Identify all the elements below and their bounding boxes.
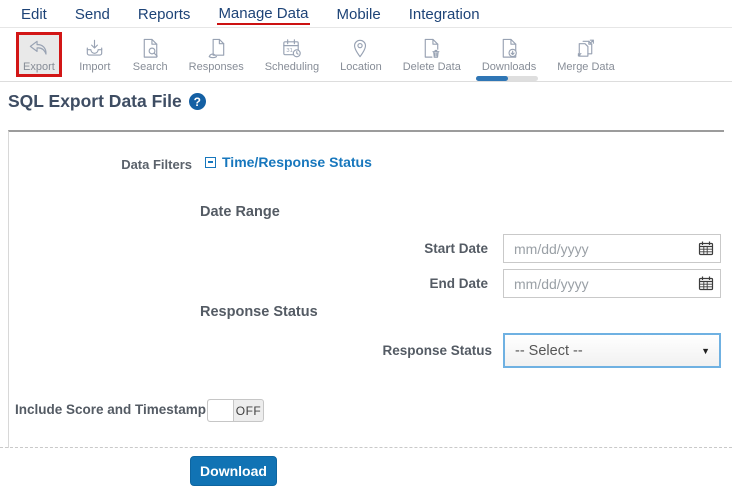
response-status-select[interactable]: -- Select -- ▼ (503, 333, 721, 368)
include-score-label: Include Score and Timestamp (15, 402, 207, 417)
toolbar-item-merge-data[interactable]: Merge Data (552, 34, 619, 75)
manage-data-toolbar: Export Import Search Responses 31 Schedu… (0, 28, 732, 82)
response-status-label: Response Status (382, 343, 492, 358)
data-filters-label: Data Filters (121, 157, 192, 172)
toggle-state-text: OFF (235, 403, 262, 418)
collapse-minus-icon[interactable] (205, 156, 216, 168)
map-pin-icon (349, 37, 372, 60)
export-arrow-icon (27, 37, 50, 60)
nav-item-mobile[interactable]: Mobile (336, 4, 382, 24)
time-response-status-toggle[interactable]: Time/Response Status (205, 154, 372, 170)
include-score-toggle[interactable]: OFF (207, 399, 264, 422)
nav-item-integration[interactable]: Integration (408, 4, 481, 24)
toggle-knob[interactable] (208, 400, 234, 421)
nav-item-edit[interactable]: Edit (20, 4, 48, 24)
toolbar-item-delete-data[interactable]: Delete Data (398, 34, 466, 75)
date-range-heading: Date Range (200, 204, 280, 220)
document-trash-icon (420, 37, 443, 60)
toolbar-item-search[interactable]: Search (128, 34, 173, 75)
toolbar-item-scheduling[interactable]: 31 Scheduling (260, 34, 324, 75)
toolbar-label: Import (79, 61, 111, 73)
nav-item-send[interactable]: Send (74, 4, 111, 24)
toolbar-scrollbar-track[interactable] (476, 76, 538, 81)
page-title-text: SQL Export Data File (8, 91, 182, 111)
toolbar-label: Scheduling (264, 61, 320, 73)
svg-text:31: 31 (287, 48, 293, 54)
toolbar-label: Export (23, 61, 55, 73)
nav-item-reports[interactable]: Reports (137, 4, 192, 24)
toolbar-label: Delete Data (402, 61, 461, 73)
merge-documents-icon (574, 37, 597, 60)
page-title: SQL Export Data File ? (8, 91, 206, 112)
toolbar-item-downloads[interactable]: Downloads (477, 34, 541, 75)
toolbar-label: Downloads (481, 61, 537, 73)
toolbar-label: Responses (188, 61, 244, 73)
download-button[interactable]: Download (190, 456, 277, 486)
response-status-heading: Response Status (200, 304, 318, 320)
toolbar-label: Merge Data (557, 61, 615, 73)
sql-export-page: Edit Send Reports Manage Data Mobile Int… (0, 0, 732, 495)
toolbar-item-import[interactable]: Import (73, 34, 117, 75)
calendar-icon[interactable] (698, 275, 714, 291)
start-date-input[interactable] (503, 234, 721, 263)
end-date-label: End Date (429, 276, 488, 291)
top-nav: Edit Send Reports Manage Data Mobile Int… (0, 0, 732, 28)
toolbar-item-responses[interactable]: Responses (184, 34, 249, 75)
toolbar-scrollbar-thumb[interactable] (476, 76, 508, 81)
document-search-icon (139, 37, 162, 60)
toolbar-label: Location (340, 61, 382, 73)
form-bottom-divider (0, 447, 732, 448)
start-date-label: Start Date (424, 241, 488, 256)
toolbar-label: Search (132, 61, 168, 73)
toolbar-item-export[interactable]: Export (16, 32, 62, 77)
response-status-selected-value: -- Select -- (515, 342, 583, 359)
document-download-icon (498, 37, 521, 60)
calendar-icon[interactable] (698, 240, 714, 256)
import-tray-icon (83, 37, 106, 60)
filter-group-label: Time/Response Status (222, 154, 372, 170)
nav-item-manage-data[interactable]: Manage Data (217, 3, 310, 25)
end-date-input[interactable] (503, 269, 721, 298)
calendar-clock-icon: 31 (280, 37, 303, 60)
help-icon[interactable]: ? (188, 93, 206, 110)
toolbar-item-location[interactable]: Location (335, 34, 387, 75)
document-hand-icon (205, 37, 228, 60)
chevron-down-icon: ▼ (701, 345, 710, 356)
